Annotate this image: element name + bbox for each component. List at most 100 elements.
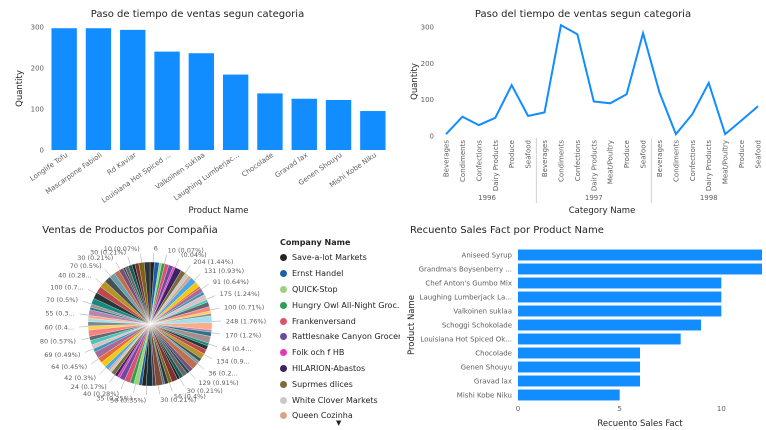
legend-dot-icon (280, 301, 287, 309)
legend-label: Ernst Handel (292, 269, 344, 279)
bar[interactable] (518, 305, 722, 317)
x-tick-label: Meat/Poultry (607, 140, 615, 184)
line-chart-panel: Paso del tiempo de ventas segun categori… (400, 0, 766, 222)
pie-data-label: 64 (0.4... (222, 345, 251, 353)
y-tick-label: 100 (421, 96, 434, 104)
bar[interactable] (188, 53, 215, 150)
bar[interactable] (518, 389, 620, 401)
legend-item[interactable]: Folk och f HB (280, 345, 400, 361)
y-tick-label: Valkoinen suklaa (453, 308, 512, 316)
legend-item[interactable]: Suprmes dlices (280, 376, 400, 392)
leader-line (99, 367, 107, 375)
legend-label: Hungry Owl All-Night Groc... (292, 300, 400, 310)
leader-line (87, 288, 97, 294)
legend-label: Queen Cozinha (292, 411, 353, 421)
bar-chart[interactable]: 0100200300Longlife TofuMascarpone Fabiol… (0, 0, 395, 222)
x-tick-label: Produce (508, 140, 516, 168)
line-chart[interactable]: 0 100 200 300 Beverages Condiments Confections… (400, 0, 766, 222)
legend-item[interactable]: HILARION-Abastos (280, 361, 400, 377)
leader-line (201, 283, 209, 290)
bar[interactable] (518, 347, 640, 359)
bar[interactable] (257, 93, 283, 150)
x-tick-label: Beverages (656, 140, 664, 177)
legend-label: QUICK-Stop (292, 284, 338, 294)
leader-line (179, 378, 185, 387)
pie-data-label: 129 (0.91%) (198, 379, 238, 387)
legend-scroll-down-icon[interactable]: ▼ (336, 419, 341, 427)
leader-line (189, 371, 196, 379)
bar[interactable] (325, 99, 352, 150)
pie-chart[interactable]: 6 10 (0.07%)(0.04%)204 (1.44%)131 (0.93%)… (0, 222, 275, 430)
x-tick-label: Louisiana Hot Spiced ... (100, 151, 172, 205)
legend-dot-icon (280, 380, 287, 388)
y-tick-label: 200 (31, 65, 44, 73)
bar[interactable] (518, 375, 640, 387)
bar[interactable] (518, 263, 762, 275)
leader-line (175, 259, 180, 268)
bar[interactable] (51, 28, 77, 151)
x-tick-label: Seafood (640, 140, 648, 169)
pie-legend: Company Name Save-a-lot Markets Ernst Han… (280, 238, 400, 424)
series-line[interactable] (445, 23, 759, 137)
y-tick-label: Aniseed Syrup (462, 252, 513, 260)
leader-line (82, 300, 92, 305)
legend-label: Suprmes dlices (292, 379, 353, 389)
y-tick-label: 100 (31, 106, 44, 114)
legend-dot-icon (280, 254, 287, 262)
x-group-label: 1997 (585, 194, 603, 202)
bar[interactable] (518, 333, 681, 345)
leader-line (133, 384, 136, 394)
bar[interactable] (518, 249, 762, 261)
x-tick-label: Produce (623, 140, 631, 168)
legend-dot-icon (280, 317, 287, 325)
bar[interactable] (518, 291, 722, 303)
pie-data-label: 55 (0.3... (45, 310, 74, 318)
x-tick-label: Rd Kaviar (106, 151, 138, 177)
bar[interactable] (518, 361, 640, 373)
legend-label: Folk och f HB (292, 348, 345, 358)
legend-item[interactable]: Save-a-lot Markets (280, 250, 400, 266)
bar[interactable] (360, 111, 386, 150)
bar-chart-panel: Paso de tiempo de ventas segun categoria… (0, 0, 395, 222)
y-tick-label: 300 (421, 24, 434, 32)
bar[interactable] (518, 319, 701, 331)
pie-data-label: 60 (0.4... (45, 324, 74, 332)
bar[interactable] (291, 98, 317, 150)
legend-item[interactable]: Frankenversand (280, 313, 400, 329)
x-tick-label: Confections (475, 140, 483, 182)
x-tick-label: Meat/Poultry (722, 140, 730, 184)
legend-dot-icon (280, 364, 287, 372)
legend-item[interactable]: Hungry Owl All-Night Groc... (280, 297, 400, 313)
bar[interactable] (120, 29, 146, 150)
bar[interactable] (154, 51, 180, 150)
pie-data-label: 175 (1.24%) (220, 290, 260, 298)
x-group-label: 1998 (700, 194, 718, 202)
x-tick-label: 0 (516, 405, 520, 413)
legend-item[interactable]: Rattlesnake Canyon Grocery (280, 329, 400, 345)
hbar-chart[interactable]: 0 5 10 Aniseed Syrup Grandma's Boysenberry .… (400, 222, 766, 430)
legend-item[interactable]: QUICK-Stop (280, 282, 400, 298)
legend-item[interactable]: Ernst Handel (280, 266, 400, 282)
legend-label: Rattlesnake Canyon Grocery (292, 332, 400, 342)
leader-line (210, 307, 220, 311)
pie-data-label: 70 (0.5%) (70, 262, 102, 270)
pie-data-label: 91 (0.64%) (213, 278, 249, 286)
leader-line (91, 358, 99, 365)
bar[interactable] (222, 74, 249, 150)
x-tick-label: Dairy Products (705, 140, 713, 191)
x-tick-label: Laughing Lumberjac... (172, 151, 240, 202)
bar[interactable] (85, 28, 112, 151)
x-axis-title: Product Name (188, 206, 248, 216)
legend-item[interactable]: White Clover Markets (280, 392, 400, 408)
leader-line (169, 382, 173, 392)
legend-label: White Clover Markets (292, 395, 378, 405)
y-tick-label: Mishi Kobe Niku (457, 392, 512, 400)
pie-data-label: 36 (0.2... (208, 369, 237, 377)
bar[interactable] (518, 277, 722, 289)
y-axis-title: Quantity (410, 63, 420, 100)
x-tick-label: Produce (738, 140, 746, 168)
pie-data-label: 30 (0.21%) (160, 396, 196, 404)
x-tick-label: Condiments (459, 140, 467, 182)
leader-line (127, 256, 131, 266)
pie-data-label: 6 (154, 245, 158, 253)
